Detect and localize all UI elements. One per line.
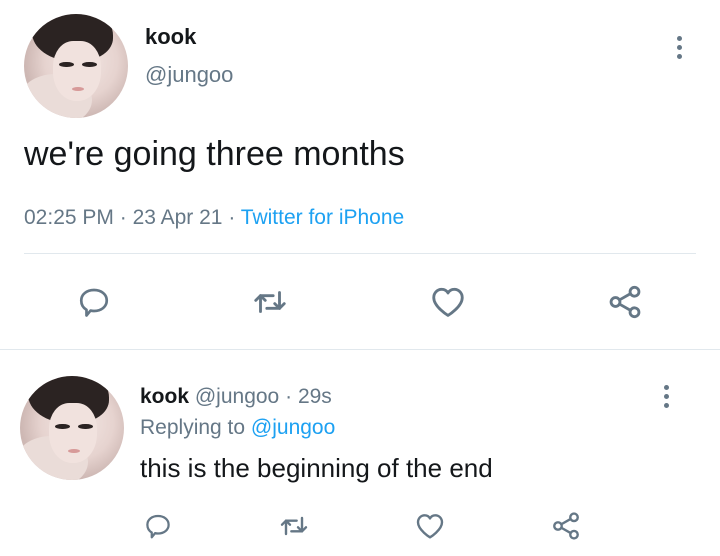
- retweet-icon: [280, 516, 308, 536]
- tweet-age: 29s: [297, 385, 332, 408]
- avatar[interactable]: [20, 376, 124, 480]
- reply-button[interactable]: [70, 282, 118, 322]
- like-button[interactable]: [410, 508, 450, 544]
- tweet-time: 02:25 PM: [24, 206, 114, 229]
- more-vertical-icon[interactable]: [658, 385, 674, 408]
- share-icon: [609, 285, 641, 319]
- meta-separator: ·: [285, 385, 293, 408]
- share-button[interactable]: [546, 508, 586, 544]
- divider: [24, 253, 696, 254]
- reply-icon: [146, 514, 170, 539]
- reply-header: kook @jungoo · 29s: [140, 385, 332, 409]
- section-divider: [0, 349, 720, 350]
- tweet-date: 23 Apr 21: [132, 206, 223, 229]
- meta-separator: ·: [228, 206, 236, 229]
- user-handle[interactable]: @jungoo: [145, 62, 233, 88]
- retweet-icon: [254, 291, 286, 313]
- tweet-source-link[interactable]: Twitter for iPhone: [241, 206, 404, 229]
- tweet-text: this is the beginning of the end: [140, 453, 493, 483]
- replying-to: Replying to @jungoo: [140, 416, 335, 440]
- replying-to-label: Replying to: [140, 416, 246, 439]
- reply-icon: [79, 288, 109, 317]
- retweet-button[interactable]: [246, 282, 294, 322]
- display-name[interactable]: kook: [140, 385, 189, 408]
- user-handle[interactable]: @jungoo: [195, 385, 279, 408]
- share-button[interactable]: [601, 282, 649, 322]
- tweet-meta: 02:25 PM · 23 Apr 21 · Twitter for iPhon…: [24, 206, 404, 230]
- more-vertical-icon[interactable]: [671, 36, 687, 59]
- tweet-text: we're going three months: [24, 135, 405, 173]
- replying-to-handle[interactable]: @jungoo: [251, 416, 335, 439]
- like-button[interactable]: [424, 282, 472, 322]
- display-name[interactable]: kook: [145, 24, 196, 50]
- heart-icon: [432, 287, 464, 317]
- heart-icon: [416, 514, 444, 539]
- reply-button[interactable]: [138, 508, 178, 544]
- retweet-button[interactable]: [274, 508, 314, 544]
- avatar[interactable]: [24, 14, 128, 118]
- share-icon: [553, 512, 579, 540]
- meta-separator: ·: [119, 206, 127, 229]
